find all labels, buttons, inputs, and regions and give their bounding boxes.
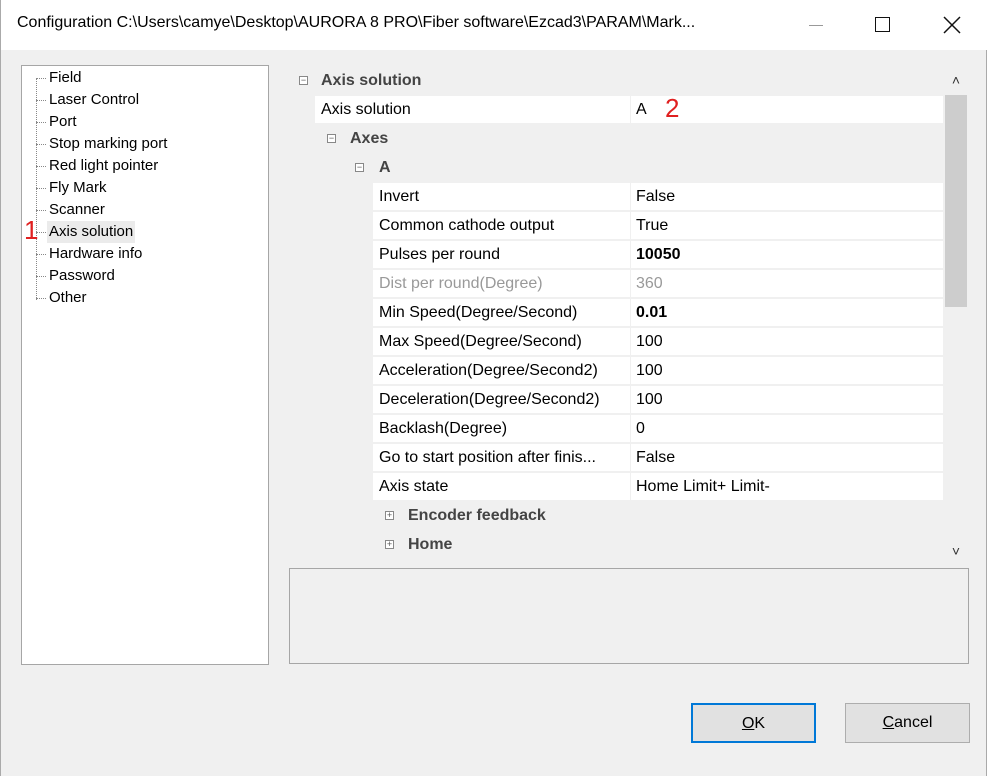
annotation-number-2: 2 (665, 93, 680, 123)
tree-connector (36, 210, 46, 211)
property-row-invert[interactable]: Invert False (289, 183, 943, 212)
description-pane (289, 568, 969, 664)
collapse-icon[interactable]: − (299, 76, 308, 85)
property-name: Dist per round(Degree) (373, 270, 631, 298)
maximize-icon (875, 17, 890, 32)
tree-item-laser-control[interactable]: Laser Control (47, 89, 141, 111)
tree-connector (36, 78, 46, 79)
ok-button[interactable]: OK (691, 703, 816, 743)
property-name: Common cathode output (373, 212, 631, 240)
configuration-dialog: Configuration C:\Users\camye\Desktop\AUR… (0, 0, 987, 776)
property-row-max-speed[interactable]: Max Speed(Degree/Second) 100 (289, 328, 943, 357)
tree-guide-line (36, 78, 37, 300)
tree-item-hardware-info[interactable]: Hardware info (47, 243, 144, 265)
property-row-pulses-per-round[interactable]: Pulses per round 10050 (289, 241, 943, 270)
scroll-thumb[interactable] (945, 95, 967, 307)
property-value[interactable]: 0 (631, 415, 943, 443)
property-row-deceleration[interactable]: Deceleration(Degree/Second2) 100 (289, 386, 943, 415)
category-home[interactable]: + Home (289, 531, 943, 560)
category-a[interactable]: − A (289, 154, 943, 183)
cancel-label-rest: ancel (894, 714, 933, 731)
cancel-button[interactable]: Cancel (845, 703, 970, 743)
tree-connector (36, 122, 46, 123)
title-bar: Configuration C:\Users\camye\Desktop\AUR… (1, 0, 987, 50)
property-name: Deceleration(Degree/Second2) (373, 386, 631, 414)
property-row-acceleration[interactable]: Acceleration(Degree/Second2) 100 (289, 357, 943, 386)
property-row-dist-per-round[interactable]: Dist per round(Degree) 360 (289, 270, 943, 299)
category-label: Encoder feedback (408, 507, 546, 524)
property-value[interactable]: 100 (631, 357, 943, 385)
property-name: Acceleration(Degree/Second2) (373, 357, 631, 385)
ok-hotkey: O (741, 715, 755, 732)
property-name: Axis state (373, 473, 631, 501)
expand-icon[interactable]: + (385, 540, 394, 549)
tree-connector (36, 276, 46, 277)
property-row-min-speed[interactable]: Min Speed(Degree/Second) 0.01 (289, 299, 943, 328)
property-name: Go to start position after finis... (373, 444, 631, 472)
ok-label-rest: K (754, 715, 766, 732)
tree-connector (36, 254, 46, 255)
maximize-button[interactable] (857, 0, 907, 50)
property-value[interactable]: Home Limit+ Limit- (631, 473, 943, 501)
cancel-hotkey: C (882, 714, 895, 731)
tree-item-port[interactable]: Port (47, 111, 79, 133)
close-icon (943, 16, 961, 34)
property-value[interactable]: False (631, 183, 943, 211)
tree-item-fly-mark[interactable]: Fly Mark (47, 177, 109, 199)
property-grid[interactable]: − Axis solution Axis solution A − Axes −… (289, 65, 969, 565)
tree-connector (36, 100, 46, 101)
property-row-common-cathode-output[interactable]: Common cathode output True (289, 212, 943, 241)
property-value[interactable]: 100 (631, 386, 943, 414)
property-value[interactable]: True (631, 212, 943, 240)
category-axis-solution[interactable]: − Axis solution (289, 67, 943, 96)
category-axes[interactable]: − Axes (289, 125, 943, 154)
tree-item-field[interactable]: Field (47, 67, 84, 89)
scroll-up-arrow-icon[interactable]: ˄ (943, 65, 969, 93)
category-label: Axis solution (321, 72, 422, 89)
property-value: 360 (631, 270, 943, 298)
minimize-icon (809, 25, 823, 26)
settings-tree[interactable]: Field Laser Control Port Stop marking po… (21, 65, 269, 665)
property-value[interactable]: 10050 (631, 241, 943, 269)
category-label: Home (408, 536, 453, 553)
property-value[interactable]: 100 (631, 328, 943, 356)
collapse-icon[interactable]: − (327, 134, 336, 143)
property-value[interactable]: False (631, 444, 943, 472)
category-label: Axes (350, 130, 389, 147)
tree-item-scanner[interactable]: Scanner (47, 199, 107, 221)
property-row-axis-state[interactable]: Axis state Home Limit+ Limit- (289, 473, 943, 502)
tree-item-red-light-pointer[interactable]: Red light pointer (47, 155, 160, 177)
property-row-backlash[interactable]: Backlash(Degree) 0 (289, 415, 943, 444)
property-name: Pulses per round (373, 241, 631, 269)
property-name: Axis solution (315, 96, 631, 124)
tree-connector (36, 166, 46, 167)
property-name: Backlash(Degree) (373, 415, 631, 443)
expand-icon[interactable]: + (385, 511, 394, 520)
window-title: Configuration C:\Users\camye\Desktop\AUR… (17, 14, 696, 31)
scroll-down-arrow-icon[interactable]: ˅ (943, 537, 969, 565)
minimize-button[interactable] (791, 0, 841, 50)
vertical-scrollbar[interactable]: ˄ ˅ (943, 65, 969, 565)
tree-item-password[interactable]: Password (47, 265, 117, 287)
category-label: A (379, 159, 391, 176)
tree-item-axis-solution[interactable]: Axis solution (47, 221, 136, 243)
tree-connector (36, 144, 46, 145)
tree-item-other[interactable]: Other (47, 287, 89, 309)
tree-connector (36, 298, 46, 299)
tree-item-stop-marking-port[interactable]: Stop marking port (47, 133, 169, 155)
property-name: Invert (373, 183, 631, 211)
close-button[interactable] (927, 0, 977, 50)
property-row-go-to-start-position[interactable]: Go to start position after finis... Fals… (289, 444, 943, 473)
property-value[interactable]: 0.01 (631, 299, 943, 327)
annotation-number-1: 1 (24, 215, 39, 245)
property-name: Max Speed(Degree/Second) (373, 328, 631, 356)
collapse-icon[interactable]: − (355, 163, 364, 172)
category-encoder-feedback[interactable]: + Encoder feedback (289, 502, 943, 531)
property-row-axis-solution[interactable]: Axis solution A (289, 96, 943, 125)
tree-connector (36, 188, 46, 189)
property-name: Min Speed(Degree/Second) (373, 299, 631, 327)
